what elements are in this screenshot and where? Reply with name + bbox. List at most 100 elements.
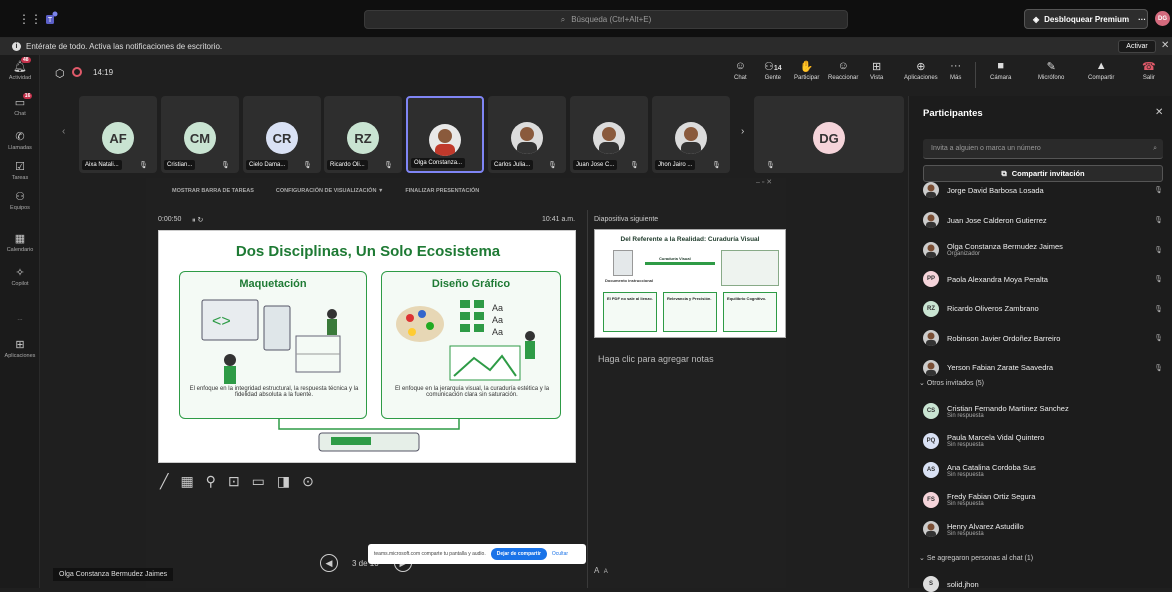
invite-input[interactable]: Invita a alguien o marca un número ⌕ bbox=[923, 139, 1163, 159]
mic-muted-icon[interactable]: 🎙︎ bbox=[1154, 364, 1163, 372]
participant-row[interactable]: PQ Paula Marcela Vidal Quintero Sin respue… bbox=[923, 432, 1163, 449]
people-icon: ⚇14 bbox=[764, 61, 782, 73]
participant-tile[interactable]: Olga Constanza... bbox=[406, 96, 484, 173]
notes-area[interactable]: Haga clic para agregar notas bbox=[598, 354, 714, 364]
font-size-controls[interactable]: A A bbox=[594, 566, 608, 575]
avatar[interactable]: DG bbox=[1155, 11, 1170, 26]
activate-notifications-button[interactable]: Activar bbox=[1118, 40, 1156, 53]
participant-tile[interactable]: AF Aixa Natali... 🎙︎ bbox=[79, 96, 157, 173]
teams-logo-icon: T bbox=[44, 10, 60, 26]
show-taskbar-button[interactable]: MOSTRAR BARRA DE TAREAS bbox=[172, 188, 254, 194]
close-panel-icon[interactable]: ✕ bbox=[1155, 107, 1163, 118]
toolbar-gente-button[interactable]: ⚇14 Gente bbox=[764, 60, 782, 81]
toolbar-aplicaciones-button[interactable]: ⊕ Aplicaciones bbox=[904, 60, 938, 81]
camera-toggle-icon[interactable]: ◨ bbox=[277, 473, 290, 490]
next-slide-thumbnail[interactable]: Del Referente a la Realidad: Curaduría V… bbox=[594, 229, 786, 338]
unlock-premium-button[interactable]: ◈ Desbloquear Premium ··· bbox=[1024, 9, 1148, 29]
search-bar[interactable]: ⌕ Búsqueda (Ctrl+Alt+E) bbox=[364, 10, 848, 29]
toolbar-cmara-button[interactable]: ■ Cámara bbox=[990, 60, 1011, 81]
end-presentation-button[interactable]: FINALIZAR PRESENTACIÓN bbox=[405, 188, 479, 194]
mic-muted-icon[interactable]: 🎙︎ bbox=[1154, 246, 1163, 254]
chevron-left-icon[interactable]: ‹ bbox=[62, 126, 65, 137]
rail-item-copilot[interactable]: ✧ Copilot bbox=[0, 266, 40, 287]
pause-icon[interactable]: ⏸ ↻ bbox=[192, 216, 203, 225]
screen-icon[interactable]: ⊡ bbox=[228, 473, 240, 490]
display-settings-button[interactable]: CONFIGURACIÓN DE VISUALIZACIÓN ▼ bbox=[276, 188, 384, 194]
window-controls[interactable]: – ▫ ✕ bbox=[756, 178, 772, 186]
toolbar-micrfono-button[interactable]: ✎ Micrófono bbox=[1038, 60, 1064, 81]
participant-row[interactable]: FS Fredy Fabian Ortiz Segura Sin respuesta bbox=[923, 491, 1163, 508]
decrease-font[interactable]: A bbox=[594, 566, 599, 575]
guests-header[interactable]: ⌄ Otros invitados (5) bbox=[919, 379, 984, 387]
participant-row[interactable]: Henry Alvarez Astudillo Sin respuesta bbox=[923, 521, 1163, 537]
chevron-right-icon[interactable]: › bbox=[741, 126, 744, 137]
participant-row[interactable]: CS Cristian Fernando Martinez Sanchez Sin … bbox=[923, 403, 1163, 419]
participant-name: Paula Marcela Vidal Quintero bbox=[947, 433, 1045, 442]
mic-muted-icon[interactable]: 🎙︎ bbox=[1154, 186, 1163, 194]
subtitles-icon[interactable]: ▭ bbox=[252, 473, 265, 490]
rail-label: Equipos bbox=[10, 205, 30, 211]
participant-row[interactable]: RZ Ricardo Oliveros Zambrano 🎙︎ bbox=[923, 300, 1163, 317]
left-card: Maquetación <> El enfoque en la integrid… bbox=[179, 271, 367, 419]
mic-muted-icon[interactable]: 🎙︎ bbox=[1154, 275, 1163, 283]
zoom-icon[interactable]: ⚲ bbox=[206, 473, 216, 490]
participant-tile[interactable]: CM Cristian... 🎙︎ bbox=[161, 96, 239, 173]
stop-sharing-button[interactable]: Dejar de compartir bbox=[490, 548, 547, 560]
toolbar-label: Micrófono bbox=[1038, 75, 1065, 81]
avatar: PQ bbox=[923, 432, 939, 449]
participant-row[interactable]: AS Ana Catalina Cordoba Sus Sin respuesta bbox=[923, 462, 1163, 478]
more-options-icon[interactable]: ⊙ bbox=[302, 473, 314, 490]
toolbar-ms-button[interactable]: ··· Más bbox=[950, 60, 961, 81]
slides-grid-icon[interactable]: ▦ bbox=[180, 473, 193, 490]
participant-tile[interactable]: Jhon Jairo ... 🎙︎ bbox=[652, 96, 730, 173]
guests-header-label: Otros invitados (5) bbox=[926, 380, 984, 387]
participant-tile[interactable]: Carlos Julia... 🎙︎ bbox=[488, 96, 566, 173]
participant-status: Sin respuesta bbox=[947, 442, 984, 448]
added-header[interactable]: ⌄ Se agregaron personas al chat (1) bbox=[919, 554, 1033, 562]
rail-item-equipos[interactable]: ⚇ Equipos bbox=[0, 190, 40, 211]
rail-item-aplicaciones[interactable]: ⊞ Aplicaciones bbox=[0, 338, 40, 359]
rail-item-calendario[interactable]: ▦ Calendario bbox=[0, 232, 40, 253]
toolbar-chat-button[interactable]: ☺ Chat bbox=[734, 60, 747, 81]
rail-item-actividad[interactable]: 🔔︎ 48 Actividad bbox=[0, 57, 40, 81]
rail-item-tareas[interactable]: ☑ Tareas bbox=[0, 160, 40, 181]
mic-muted-icon[interactable]: 🎙︎ bbox=[1154, 334, 1163, 342]
more-icon: ··· bbox=[950, 60, 962, 72]
avatar-initials: AF bbox=[102, 122, 134, 154]
mic-muted-icon[interactable]: 🎙︎ bbox=[1154, 216, 1163, 224]
increase-font[interactable]: A bbox=[604, 569, 608, 575]
participant-row[interactable]: Juan Jose Calderon Gutierrez 🎙︎ bbox=[923, 212, 1163, 228]
pen-icon[interactable]: ╱ bbox=[160, 473, 168, 490]
participant-row[interactable]: Jorge David Barbosa Losada 🎙︎ bbox=[923, 182, 1163, 198]
search-icon: ⌕ bbox=[1153, 144, 1157, 152]
toolbar-compartir-button[interactable]: ▲ Compartir bbox=[1088, 60, 1114, 81]
toolbar-participar-button[interactable]: ✋ Participar bbox=[794, 60, 819, 81]
participant-row[interactable]: Yerson Fabian Zarate Saavedra 🎙︎ bbox=[923, 359, 1163, 376]
rail-item-chat[interactable]: ▭ 16 Chat bbox=[0, 93, 40, 117]
participant-name: Henry Alvarez Astudillo bbox=[947, 521, 1024, 531]
participant-row[interactable]: Olga Constanza Bermudez Jaimes Organizado… bbox=[923, 241, 1163, 258]
toolbar-vista-button[interactable]: ⊞ Vista bbox=[870, 60, 883, 81]
participant-tile[interactable]: Juan Jose C... 🎙︎ bbox=[570, 96, 648, 173]
rail-item-[interactable]: ··· bbox=[0, 302, 40, 323]
more-icon[interactable]: ··· bbox=[1138, 15, 1146, 24]
close-icon[interactable]: ✕ bbox=[1161, 40, 1169, 51]
avatar bbox=[923, 359, 939, 376]
app-grid-icon[interactable]: ⋮⋮ bbox=[18, 12, 42, 26]
participant-tile[interactable]: RZ Ricardo Oli... 🎙︎ bbox=[324, 96, 402, 173]
hide-button[interactable]: Ocultar bbox=[552, 551, 568, 557]
previous-slide-button[interactable]: ◀ bbox=[320, 554, 338, 572]
participant-tile[interactable]: CR Cielo Dama... 🎙︎ bbox=[243, 96, 321, 173]
participant-tile[interactable]: DG 🎙︎ bbox=[754, 96, 904, 173]
toolbar-reaccionar-button[interactable]: ☺ Reaccionar bbox=[828, 60, 858, 81]
toolbar-salir-button[interactable]: ☎ Salir bbox=[1142, 60, 1156, 81]
share-invite-button[interactable]: ⧉ Compartir invitación bbox=[923, 165, 1163, 182]
participant-row[interactable]: PP Paola Alexandra Moya Peralta 🎙︎ bbox=[923, 271, 1163, 287]
rail-item-llamadas[interactable]: ✆ Llamadas bbox=[0, 130, 40, 151]
mic-icon: ✎ bbox=[1046, 61, 1056, 73]
participant-name: Fredy Fabian Ortiz Segura bbox=[947, 492, 1036, 501]
participant-row[interactable]: Robinson Javier Ordoñez Barreiro 🎙︎ bbox=[923, 330, 1163, 346]
participant-row[interactable]: Ssolid.jhon bbox=[923, 576, 1163, 592]
toolbar-label: Salir bbox=[1142, 75, 1155, 81]
mic-muted-icon[interactable]: 🎙︎ bbox=[1154, 305, 1163, 313]
